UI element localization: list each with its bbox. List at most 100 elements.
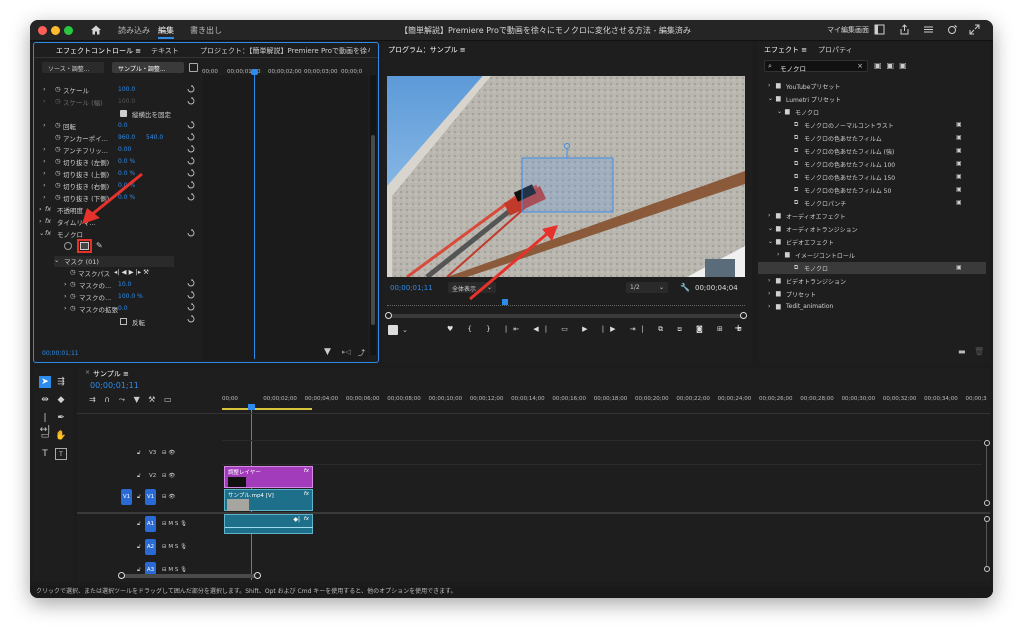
- sequence-tab[interactable]: サンプル ≡: [93, 369, 129, 379]
- ec-scrollbar[interactable]: [370, 75, 376, 355]
- timeline-toolbar-icons[interactable]: ⇉ ∩ ⤳ ▼ ⚒ ▭: [89, 395, 175, 405]
- effects-folder-item[interactable]: ⌄ ▆ Lumetri プリセット: [758, 93, 986, 105]
- source-dropdown[interactable]: ソース・調整...: [42, 62, 104, 73]
- lock-a2-icon[interactable]: 🔓︎: [137, 544, 141, 551]
- chevron-icon[interactable]: ›: [768, 290, 770, 297]
- tab-project[interactable]: プロジェクト：【簡単解説】Premiere Proで動画を徐々にモ: [200, 46, 370, 56]
- audio-clip[interactable]: ◆| fx: [224, 514, 313, 534]
- mask-expansion-value[interactable]: 0.0: [118, 305, 128, 312]
- effects-search-input[interactable]: ⌕ モノクロ ×: [764, 60, 868, 73]
- export-frame-icon[interactable]: ⤴: [358, 348, 365, 358]
- share-icon[interactable]: [898, 24, 911, 37]
- lock-v1-icon[interactable]: 🔓︎: [137, 494, 141, 501]
- chevron-icon[interactable]: ›: [768, 277, 770, 284]
- rectangle-mask-button[interactable]: [80, 242, 89, 250]
- effects-folder-item[interactable]: › ▆ オーディオエフェクト: [758, 210, 986, 222]
- track-a1-toggle[interactable]: A1: [145, 516, 156, 532]
- monitor-settings-chevron-icon[interactable]: ⌄: [402, 326, 408, 334]
- effects-preset-item[interactable]: ⧉ モノクロパンチ ▣: [758, 197, 986, 209]
- tab-text[interactable]: テキスト: [151, 46, 179, 56]
- crop-top-value[interactable]: 0.0 %: [118, 170, 135, 177]
- crop-left-value[interactable]: 0.0 %: [118, 158, 135, 165]
- transport-controls[interactable]: ♥ { } |⇤ ◀| ▭ ▶ |▶ ⇥| ⧉ ⧈ ◙ ⊞ ⧇: [447, 325, 748, 334]
- audio-track-scrollbar[interactable]: [984, 516, 990, 572]
- rectangle-tool-icon[interactable]: ▭: [39, 430, 51, 442]
- ellipse-mask-button[interactable]: [64, 242, 72, 250]
- a1-controls[interactable]: ⊟ M S 🎙: [162, 521, 187, 527]
- lock-a1-icon[interactable]: 🔓︎: [137, 521, 141, 528]
- lock-aspect-checkbox[interactable]: [120, 110, 127, 117]
- timeline-timecode[interactable]: 00;00;01;11: [90, 381, 139, 390]
- timeline-ruler[interactable]: 00;00 00;00;02;00 00;00;04;00 00;00;06;00 00…: [222, 396, 987, 410]
- effects-preset-item[interactable]: ⧉ モノクロの色あせたフィルム ▣: [758, 132, 986, 144]
- ec-playhead[interactable]: [254, 69, 255, 359]
- razor-tool-icon[interactable]: ◆: [55, 394, 67, 406]
- filter-accelerated-icons[interactable]: ▣▣▣: [874, 61, 912, 70]
- tab-effect-controls[interactable]: エフェクトコントロール ≡: [56, 46, 141, 56]
- add-button-icon[interactable]: +: [734, 323, 742, 334]
- workspace-edit-tab[interactable]: 編集: [158, 25, 174, 39]
- chevron-icon[interactable]: ›: [768, 212, 770, 219]
- pen-tool-icon[interactable]: ✒: [55, 412, 67, 424]
- selection-tool-icon[interactable]: ➤: [39, 376, 51, 388]
- ripple-edit-tool-icon[interactable]: ⇹: [39, 394, 51, 406]
- expand-timeline-icon[interactable]: [189, 63, 198, 72]
- chevron-icon[interactable]: ⌄: [768, 95, 773, 102]
- workspace-import-tab[interactable]: 読み込み: [118, 25, 150, 36]
- effects-folder-item[interactable]: › ▆ ビデオトランジション: [758, 275, 986, 287]
- anchor-y-value[interactable]: 540.0: [146, 134, 163, 141]
- chevron-icon[interactable]: ⌄: [777, 108, 782, 115]
- effect-keyframe-area[interactable]: [202, 75, 368, 360]
- monitor-settings-button[interactable]: [388, 325, 398, 335]
- a3-controls[interactable]: ⊟ M S 🎙: [162, 567, 187, 573]
- sync-v3-icon[interactable]: ⊟ 👁: [162, 450, 175, 456]
- effects-preset-item[interactable]: ⧉ モノクロ ▣: [758, 262, 986, 274]
- type-tool-icon[interactable]: T: [39, 448, 51, 460]
- program-time-ruler[interactable]: [387, 300, 745, 306]
- chevron-icon[interactable]: ⌄: [768, 238, 773, 245]
- fullscreen-icon[interactable]: [968, 24, 981, 37]
- ec-timecode[interactable]: 00;00;01;11: [42, 350, 79, 357]
- lock-a3-icon[interactable]: 🔓︎: [137, 567, 141, 574]
- lock-v3-icon[interactable]: 🔓︎: [137, 450, 141, 457]
- pen-mask-icon[interactable]: ✎: [96, 241, 103, 250]
- source-patch-v1[interactable]: V1: [121, 489, 132, 505]
- sync-v2-icon[interactable]: ⊟ 👁: [162, 473, 175, 479]
- track-v1-toggle[interactable]: V1: [145, 489, 156, 505]
- effects-preset-item[interactable]: ⧉ モノクロの色あせたフィルム 50 ▣: [758, 184, 986, 196]
- workspace-menu[interactable]: マイ編集画面: [827, 25, 869, 35]
- close-window-button[interactable]: [38, 26, 47, 35]
- filter-icon[interactable]: ▼: [324, 347, 331, 357]
- anti-flicker-value[interactable]: 0.00: [118, 146, 131, 153]
- effects-folder-item[interactable]: › ▆ プリセット: [758, 288, 986, 300]
- track-select-tool-icon[interactable]: ⇶: [55, 376, 67, 388]
- effects-preset-item[interactable]: ⧉ モノクロの色あせたフィルム 150 ▣: [758, 171, 986, 183]
- work-area-bar[interactable]: [222, 408, 312, 410]
- new-folder-icon[interactable]: ▬: [958, 347, 966, 356]
- effects-folder-item[interactable]: ⌄ ▆ モノクロ: [758, 106, 986, 118]
- sync-v1-icon[interactable]: ⊟ 👁: [162, 494, 175, 500]
- effects-preset-item[interactable]: ⧉ モノクロの色あせたフィルム 100 ▣: [758, 158, 986, 170]
- mask-path-controls[interactable]: ◂| ◀ ▶ |▸ ⚒: [114, 268, 149, 276]
- ec-playhead-handle[interactable]: [251, 69, 258, 75]
- zoom-fit-dropdown[interactable]: 全体表示 ⌄: [448, 282, 496, 293]
- effects-folder-item[interactable]: ⌄ ▆ オーディオトランジション: [758, 223, 986, 235]
- progress-icon[interactable]: [946, 24, 959, 37]
- tab-effects[interactable]: エフェクト ≡: [764, 45, 807, 55]
- video-clip[interactable]: サンプル.mp4 [V] fx: [224, 489, 313, 511]
- chevron-icon[interactable]: ›: [777, 251, 779, 258]
- hand-tool-icon[interactable]: ✋: [55, 430, 67, 442]
- lock-v2-icon[interactable]: 🔓︎: [137, 473, 141, 480]
- wrench-icon[interactable]: 🔧: [680, 283, 690, 292]
- scale-value[interactable]: 100.0: [118, 86, 135, 93]
- chevron-icon[interactable]: ›: [768, 303, 770, 310]
- rotation-value[interactable]: 0.0: [118, 122, 128, 129]
- mask-01-row[interactable]: ⌄ マスク (01): [54, 256, 174, 267]
- close-sequence-icon[interactable]: ×: [85, 369, 90, 376]
- program-timecode[interactable]: 00;00;01;11: [390, 284, 433, 292]
- reset-icons[interactable]: [186, 85, 198, 325]
- effects-folder-item[interactable]: › ▆ YouTubeプリセット: [758, 80, 986, 92]
- anchor-x-value[interactable]: 960.0: [118, 134, 135, 141]
- invert-checkbox[interactable]: [120, 318, 127, 325]
- resolution-dropdown[interactable]: 1/2 ⌄: [626, 282, 668, 293]
